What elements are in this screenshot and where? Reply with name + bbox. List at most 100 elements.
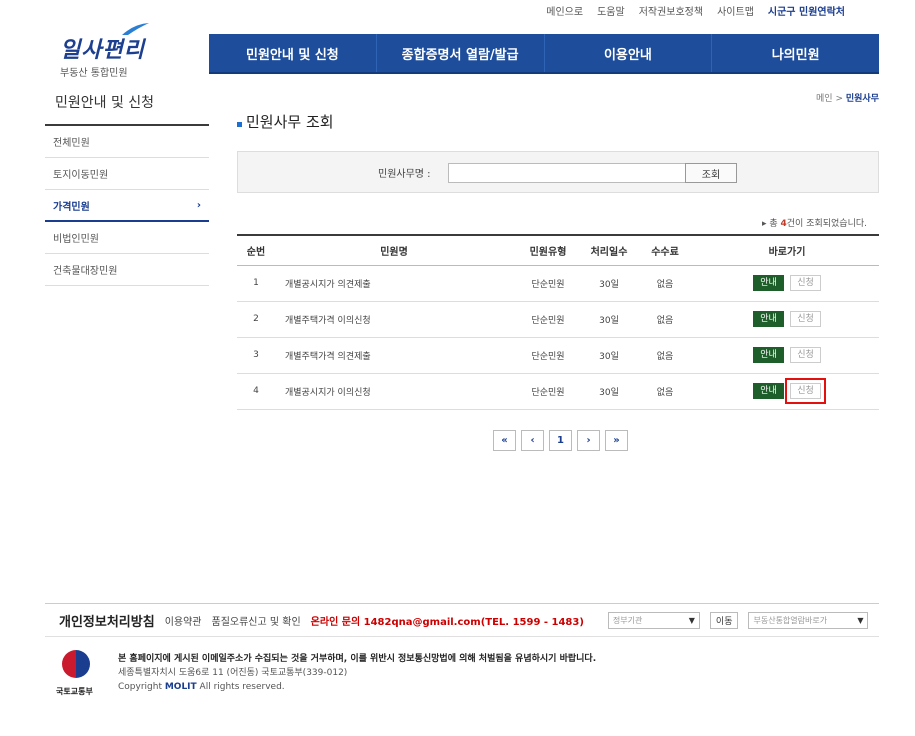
count-prefix: ▸ 총: [761, 219, 781, 229]
table-row: 3 개별주택가격 의견제출 단순민원 30일 없음 안내 신청: [237, 337, 879, 374]
utility-links: 메인으로 도움말 저작권보호정책 사이트맵 시군구 민원연락처: [546, 3, 845, 18]
select-value: 정부기관: [612, 615, 643, 625]
terms-link[interactable]: 이용약관: [165, 613, 202, 628]
result-count: ▸ 총 4건이 조회되었습니다.: [762, 216, 867, 229]
guide-button[interactable]: 안내: [753, 347, 784, 363]
col-days: 처리일수: [583, 234, 635, 266]
cell-name: 개별주택가격 의견제출: [275, 337, 513, 374]
cell-name: 개별공시지가 이의신청: [275, 373, 513, 410]
breadcrumb: 메인 > 민원사무: [816, 91, 879, 104]
guide-button[interactable]: 안내: [753, 383, 784, 399]
cell-name: 개별주택가격 이의신청: [275, 301, 513, 338]
chevron-right-icon: ›: [196, 199, 201, 211]
move-button[interactable]: 이동: [709, 611, 739, 629]
search-button[interactable]: 조회: [685, 163, 737, 183]
table-header-row: 순번 민원명 민원유형 처리일수 수수료 바로가기: [237, 234, 879, 266]
result-table: 순번 민원명 민원유형 처리일수 수수료 바로가기 1 개별공시지가 의견제출 …: [237, 234, 879, 410]
sidebar-item-price[interactable]: 가격민원 ›: [45, 190, 209, 222]
privacy-link[interactable]: 개인정보처리방침: [59, 611, 155, 630]
cell-days: 30일: [583, 373, 635, 410]
util-help-link[interactable]: 도움말: [597, 3, 625, 18]
util-copyright-link[interactable]: 저작권보호정책: [639, 3, 703, 18]
breadcrumb-home[interactable]: 메인: [816, 94, 833, 104]
col-name: 민원명: [275, 234, 513, 266]
util-contact-link[interactable]: 시군구 민원연락처: [768, 3, 845, 18]
util-sitemap-link[interactable]: 사이트맵: [717, 3, 754, 18]
pagination: « ‹ 1 › »: [493, 430, 628, 451]
nav-item-my[interactable]: 나의민원: [712, 34, 879, 72]
cell-fee: 없음: [635, 337, 695, 374]
sidebar-item-nonprofit[interactable]: 비법인민원: [45, 222, 209, 254]
apply-button[interactable]: 신청: [790, 347, 821, 363]
gov-agency-select[interactable]: 정부기관 ▼: [607, 611, 700, 629]
apply-button[interactable]: 신청: [790, 311, 821, 327]
breadcrumb-sep: >: [835, 94, 843, 104]
footer-address: 세종특별자치시 도움6로 11 (어진동) 국토교통부(339-012): [118, 668, 348, 678]
page-title: 민원사무 조회: [237, 111, 334, 132]
table-row: 4 개별공시지가 이의신청 단순민원 30일 없음 안내 신청: [237, 373, 879, 410]
footer-text: 본 홈페이지에 게시된 이메일주소가 수집되는 것을 거부하며, 이를 위반시 …: [118, 652, 596, 694]
guide-button[interactable]: 안내: [753, 311, 784, 327]
nav-item-certificate[interactable]: 종합증명서 열람/발급: [377, 34, 545, 72]
last-page-icon[interactable]: »: [605, 430, 628, 451]
sidebar-title: 민원안내 및 신청: [55, 95, 155, 111]
cell-fee: 없음: [635, 301, 695, 338]
page-number[interactable]: 1: [549, 430, 572, 451]
cell-no: 2: [237, 301, 275, 338]
site-logo[interactable]: 일사편리 부동산 통합민원: [60, 22, 170, 79]
sidebar-item-label: 토지이동민원: [53, 170, 109, 181]
cell-no: 4: [237, 373, 275, 410]
copyright-org: MOLIT: [164, 682, 197, 692]
first-page-icon[interactable]: «: [493, 430, 516, 451]
sidebar-item-label: 건축물대장민원: [53, 266, 118, 277]
cell-no: 1: [237, 265, 275, 302]
main-nav: 민원안내 및 신청 종합증명서 열람/발급 이용안내 나의민원: [209, 34, 879, 74]
footer-links: 개인정보처리방침 이용약관 품질오류신고 및 확인 온라인 문의 1482qna…: [45, 603, 879, 637]
sidebar-item-label: 전체민원: [53, 138, 90, 149]
select-value: 부동산통합열람바로가: [753, 615, 828, 625]
count-suffix: 건이 조회되었습니다.: [786, 219, 867, 229]
cell-fee: 없음: [635, 373, 695, 410]
nav-item-apply[interactable]: 민원안내 및 신청: [209, 34, 377, 72]
cell-actions: 안내 신청: [695, 373, 879, 410]
logo-wordmark: 일사편리: [60, 37, 145, 63]
bullet-icon: [237, 121, 242, 127]
breadcrumb-current: 민원사무: [845, 94, 879, 104]
sidebar-menu: 전체민원 토지이동민원 가격민원 › 비법인민원 건축물대장민원: [45, 124, 209, 286]
cell-days: 30일: [583, 301, 635, 338]
nav-item-guide[interactable]: 이용안내: [545, 34, 713, 72]
cell-days: 30일: [583, 265, 635, 302]
guide-button[interactable]: 안내: [753, 275, 784, 291]
cell-days: 30일: [583, 337, 635, 374]
col-shortcut: 바로가기: [695, 234, 879, 266]
prev-page-icon[interactable]: ‹: [521, 430, 544, 451]
sidebar-item-label: 비법인민원: [53, 234, 99, 245]
cell-name: 개별공시지가 의견제출: [275, 265, 513, 302]
copyright-pre: Copyright: [118, 682, 165, 692]
logo-subtitle: 부동산 통합민원: [60, 68, 128, 79]
cell-fee: 없음: [635, 265, 695, 302]
search-panel: 민원사무명 : 조회: [237, 151, 879, 193]
page-title-text: 민원사무 조회: [246, 113, 334, 131]
chevron-down-icon: ▼: [857, 615, 864, 625]
apply-button-highlighted[interactable]: 신청: [785, 378, 826, 404]
emblem-name: 국토교통부: [56, 687, 93, 696]
col-fee: 수수료: [635, 234, 695, 266]
footer-copyright: Copyright MOLIT All rights reserved.: [118, 680, 596, 694]
cell-no: 3: [237, 337, 275, 374]
util-home-link[interactable]: 메인으로: [546, 3, 583, 18]
sidebar-item-all[interactable]: 전체민원: [45, 126, 209, 158]
sidebar-item-building[interactable]: 건축물대장민원: [45, 254, 209, 286]
search-input[interactable]: [448, 163, 710, 183]
shortcut-select[interactable]: 부동산통합열람바로가 ▼: [748, 611, 869, 629]
col-type: 민원유형: [513, 234, 583, 266]
apply-button[interactable]: 신청: [790, 275, 821, 291]
cell-actions: 안내 신청: [695, 265, 879, 302]
copyright-post: All rights reserved.: [196, 682, 285, 692]
report-link[interactable]: 품질오류신고 및 확인: [212, 613, 301, 628]
sidebar-item-land[interactable]: 토지이동민원: [45, 158, 209, 190]
cell-actions: 안내 신청: [695, 337, 879, 374]
cell-type: 단순민원: [513, 373, 583, 410]
next-page-icon[interactable]: ›: [577, 430, 600, 451]
search-label: 민원사무명 :: [378, 169, 431, 180]
